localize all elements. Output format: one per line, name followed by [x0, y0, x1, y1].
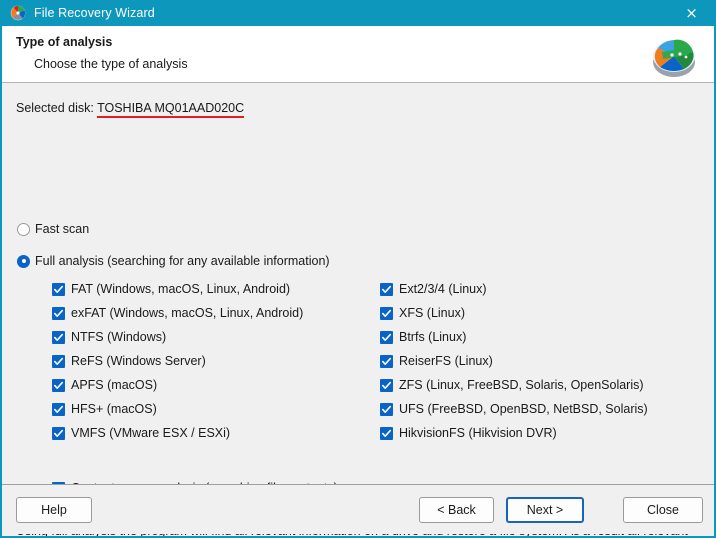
checkbox-hfsplus[interactable]: HFS+ (macOS): [52, 397, 303, 421]
checkbox-ntfs[interactable]: NTFS (Windows): [52, 325, 303, 349]
checkbox-label: Btrfs (Linux): [399, 330, 466, 344]
checkbox-label: UFS (FreeBSD, OpenBSD, NetBSD, Solaris): [399, 402, 648, 416]
check-icon: [380, 331, 393, 344]
check-icon: [52, 427, 65, 440]
filesystem-list-left: FAT (Windows, macOS, Linux, Android) exF…: [52, 277, 303, 445]
checkbox-label: FAT (Windows, macOS, Linux, Android): [71, 282, 290, 296]
checkbox-label: NTFS (Windows): [71, 330, 166, 344]
checkbox-label: ZFS (Linux, FreeBSD, Solaris, OpenSolari…: [399, 378, 644, 392]
app-disk-pie-icon: [10, 5, 26, 21]
checkbox-label: ReFS (Windows Server): [71, 354, 206, 368]
checkbox-reiserfs[interactable]: ReiserFS (Linux): [380, 349, 648, 373]
check-icon: [52, 403, 65, 416]
checkbox-refs[interactable]: ReFS (Windows Server): [52, 349, 303, 373]
close-icon[interactable]: ×: [669, 0, 714, 26]
page-title: Type of analysis: [16, 34, 714, 50]
checkbox-label: VMFS (VMware ESX / ESXi): [71, 426, 230, 440]
radio-fast-scan-label: Fast scan: [35, 222, 89, 236]
checkbox-ufs[interactable]: UFS (FreeBSD, OpenBSD, NetBSD, Solaris): [380, 397, 648, 421]
checkbox-fat[interactable]: FAT (Windows, macOS, Linux, Android): [52, 277, 303, 301]
checkbox-ext234[interactable]: Ext2/3/4 (Linux): [380, 277, 648, 301]
checkbox-label: Ext2/3/4 (Linux): [399, 282, 487, 296]
checkbox-apfs[interactable]: APFS (macOS): [52, 373, 303, 397]
checkbox-label: HikvisionFS (Hikvision DVR): [399, 426, 557, 440]
title-bar: File Recovery Wizard ×: [2, 0, 714, 26]
radio-fast-scan[interactable]: Fast scan: [17, 222, 89, 236]
checkbox-exfat[interactable]: exFAT (Windows, macOS, Linux, Android): [52, 301, 303, 325]
checkbox-label: ReiserFS (Linux): [399, 354, 493, 368]
checkbox-zfs[interactable]: ZFS (Linux, FreeBSD, Solaris, OpenSolari…: [380, 373, 648, 397]
checkbox-btrfs[interactable]: Btrfs (Linux): [380, 325, 648, 349]
wizard-body: Selected disk: TOSHIBA MQ01AAD020C Fast …: [2, 83, 714, 484]
check-icon: [380, 355, 393, 368]
selected-disk-label: Selected disk:: [16, 101, 94, 115]
checkbox-label: XFS (Linux): [399, 306, 465, 320]
close-button[interactable]: Close: [623, 497, 703, 523]
checkbox-label: APFS (macOS): [71, 378, 157, 392]
wizard-footer: Help < Back Next > Close: [2, 484, 714, 534]
file-recovery-wizard-window: File Recovery Wizard × Type of analysis …: [0, 0, 716, 538]
check-icon: [380, 403, 393, 416]
page-subtitle: Choose the type of analysis: [34, 56, 714, 72]
check-icon: [380, 307, 393, 320]
radio-unchecked-icon: [17, 223, 30, 236]
checkbox-label: exFAT (Windows, macOS, Linux, Android): [71, 306, 303, 320]
header-disk-pie-icon: [648, 30, 700, 82]
check-icon: [52, 379, 65, 392]
wizard-header: Type of analysis Choose the type of anal…: [2, 26, 714, 83]
selected-disk: Selected disk: TOSHIBA MQ01AAD020C: [16, 101, 244, 115]
checkbox-hikvisionfs[interactable]: HikvisionFS (Hikvision DVR): [380, 421, 648, 445]
check-icon: [380, 283, 393, 296]
filesystem-list-right: Ext2/3/4 (Linux) XFS (Linux) Btrfs (Linu…: [380, 277, 648, 445]
selected-disk-value: TOSHIBA MQ01AAD020C: [97, 101, 244, 118]
help-button[interactable]: Help: [16, 497, 92, 523]
check-icon: [380, 379, 393, 392]
window-title: File Recovery Wizard: [34, 6, 155, 20]
checkbox-xfs[interactable]: XFS (Linux): [380, 301, 648, 325]
radio-full-analysis[interactable]: Full analysis (searching for any availab…: [17, 254, 330, 268]
checkbox-label: HFS+ (macOS): [71, 402, 157, 416]
check-icon: [52, 283, 65, 296]
check-icon: [52, 355, 65, 368]
next-button[interactable]: Next >: [506, 497, 584, 523]
radio-checked-icon: [17, 255, 30, 268]
check-icon: [380, 427, 393, 440]
check-icon: [52, 331, 65, 344]
back-button[interactable]: < Back: [419, 497, 494, 523]
radio-full-analysis-label: Full analysis (searching for any availab…: [35, 254, 330, 268]
checkbox-vmfs[interactable]: VMFS (VMware ESX / ESXi): [52, 421, 303, 445]
check-icon: [52, 307, 65, 320]
